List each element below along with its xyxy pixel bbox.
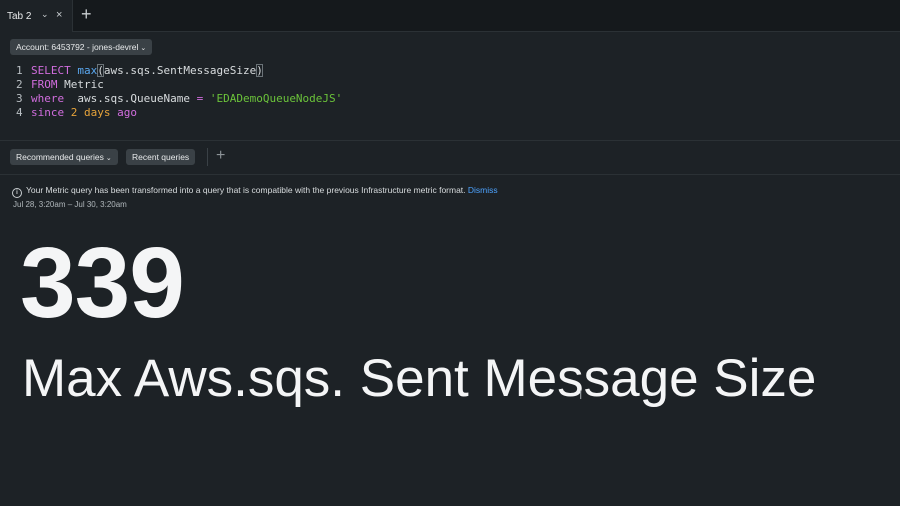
line-number: 1 [16,64,23,77]
where-value: 'EDADemoQueueNodeJS' [209,92,343,105]
query-code[interactable]: 1 SELECT max(aws.sqs.SentMessageSize) 2 FR… [16,64,342,120]
info-icon: i [12,188,22,198]
table-name: Metric [64,78,104,91]
transform-notice: i Your Metric query has been transformed … [12,185,498,198]
text-cursor-icon: I [579,388,583,402]
paren-close: ) [256,64,263,77]
divider [207,148,208,166]
function-max: max [77,64,98,77]
query-toolbar: Recommended queries ⌄ Recent queries + [0,141,900,175]
chevron-down-icon: ⌄ [105,155,112,162]
query-editor[interactable]: Account: 6453792 - jones-devrel ⌄ 1 SELECT… [0,32,900,141]
since-unit: days [84,106,111,119]
account-selector[interactable]: Account: 6453792 - jones-devrel ⌄ [10,39,153,55]
account-label: Account: 6453792 - jones-devrel [16,42,139,52]
close-icon[interactable]: × [56,9,62,21]
date-range: Jul 28, 3:20am – Jul 30, 3:20am [13,200,127,209]
metric-arg: aws.sqs.SentMessageSize [103,64,257,77]
billboard-label: Max Aws.sqs. Sent Message Size [22,349,817,408]
notice-text: Your Metric query has been transformed i… [26,185,466,195]
tab-label: Tab 2 [7,11,32,22]
keyword-from: FROM [31,78,58,91]
recent-queries-label: Recent queries [132,152,190,162]
chevron-down-icon: ⌄ [140,45,147,52]
recommended-queries-button[interactable]: Recommended queries ⌄ [10,149,118,165]
line-number: 4 [16,106,23,119]
since-amount: 2 [70,106,78,119]
operator-equals: = [196,92,204,105]
tab-active[interactable]: Tab 2 ⌄ × [0,0,73,32]
recommended-queries-label: Recommended queries [16,152,104,162]
dismiss-link[interactable]: Dismiss [468,185,498,195]
billboard-value: 339 [20,227,185,339]
add-query-icon[interactable]: + [216,147,225,165]
line-number: 2 [16,78,23,91]
paren-open: ( [97,64,104,77]
recent-queries-button[interactable]: Recent queries [126,149,196,165]
line-number: 3 [16,92,23,105]
keyword-since: since [31,106,65,119]
chevron-down-icon[interactable]: ⌄ [41,9,49,20]
add-tab-icon[interactable]: + [81,4,92,24]
where-field: aws.sqs.QueueName [77,92,190,105]
tab-bar: Tab 2 ⌄ × + [0,0,900,32]
keyword-where: where [31,92,65,105]
keyword-select: SELECT [31,64,71,77]
keyword-ago: ago [117,106,137,119]
